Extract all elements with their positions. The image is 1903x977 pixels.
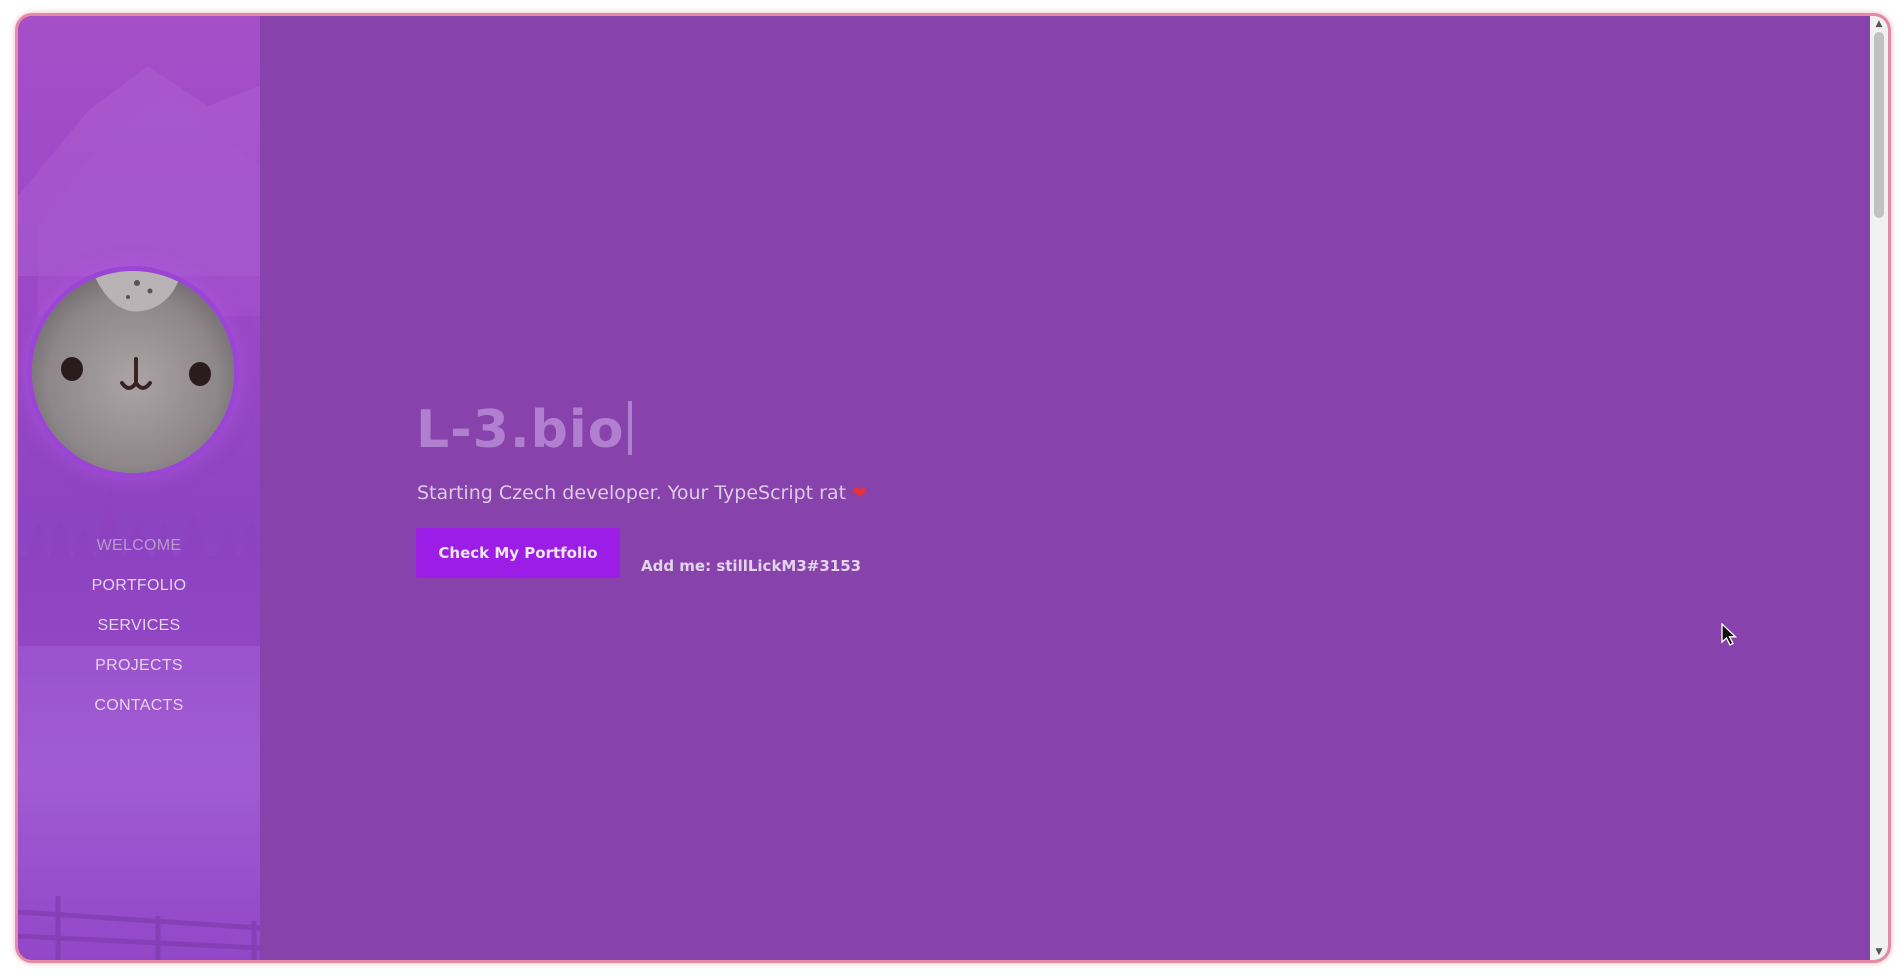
nav-item-contacts[interactable]: CONTACTS — [18, 686, 260, 726]
subtitle-text: Starting Czech developer. Your TypeScrip… — [417, 482, 847, 504]
plush-bunny-avatar-icon — [32, 271, 234, 473]
heart-icon: ❤ — [852, 483, 868, 504]
nav-item-welcome[interactable]: WELCOME — [18, 526, 260, 566]
sidebar-background-illustration — [18, 66, 260, 960]
typing-caret — [628, 401, 633, 455]
nav-item-projects[interactable]: PROJECTS — [18, 646, 260, 686]
nav-item-portfolio[interactable]: PORTFOLIO — [18, 566, 260, 606]
avatar — [32, 271, 234, 473]
scroll-down-arrow-icon[interactable]: ▼ — [1870, 944, 1888, 960]
page-title: L-3.bio — [416, 400, 633, 460]
check-portfolio-button[interactable]: Check My Portfolio — [416, 528, 620, 578]
main-nav: WELCOME PORTFOLIO SERVICES PROJECTS CONT… — [18, 526, 260, 726]
vertical-scrollbar[interactable]: ▲ ▼ — [1870, 16, 1888, 960]
title-text: L-3.bio — [416, 400, 625, 460]
hero-section: L-3.bio Starting Czech developer. Your T… — [260, 16, 1870, 960]
discord-add-link[interactable]: Add me: stillLickM3#3153 — [641, 557, 861, 575]
nav-item-services[interactable]: SERVICES — [18, 606, 260, 646]
mouse-cursor-icon — [1721, 623, 1738, 646]
hero-subtitle: Starting Czech developer. Your TypeScrip… — [417, 482, 867, 504]
browser-window: WELCOME PORTFOLIO SERVICES PROJECTS CONT… — [18, 16, 1888, 960]
scrollbar-thumb[interactable] — [1874, 32, 1884, 218]
scroll-up-arrow-icon[interactable]: ▲ — [1870, 16, 1888, 32]
sidebar: WELCOME PORTFOLIO SERVICES PROJECTS CONT… — [18, 16, 260, 960]
